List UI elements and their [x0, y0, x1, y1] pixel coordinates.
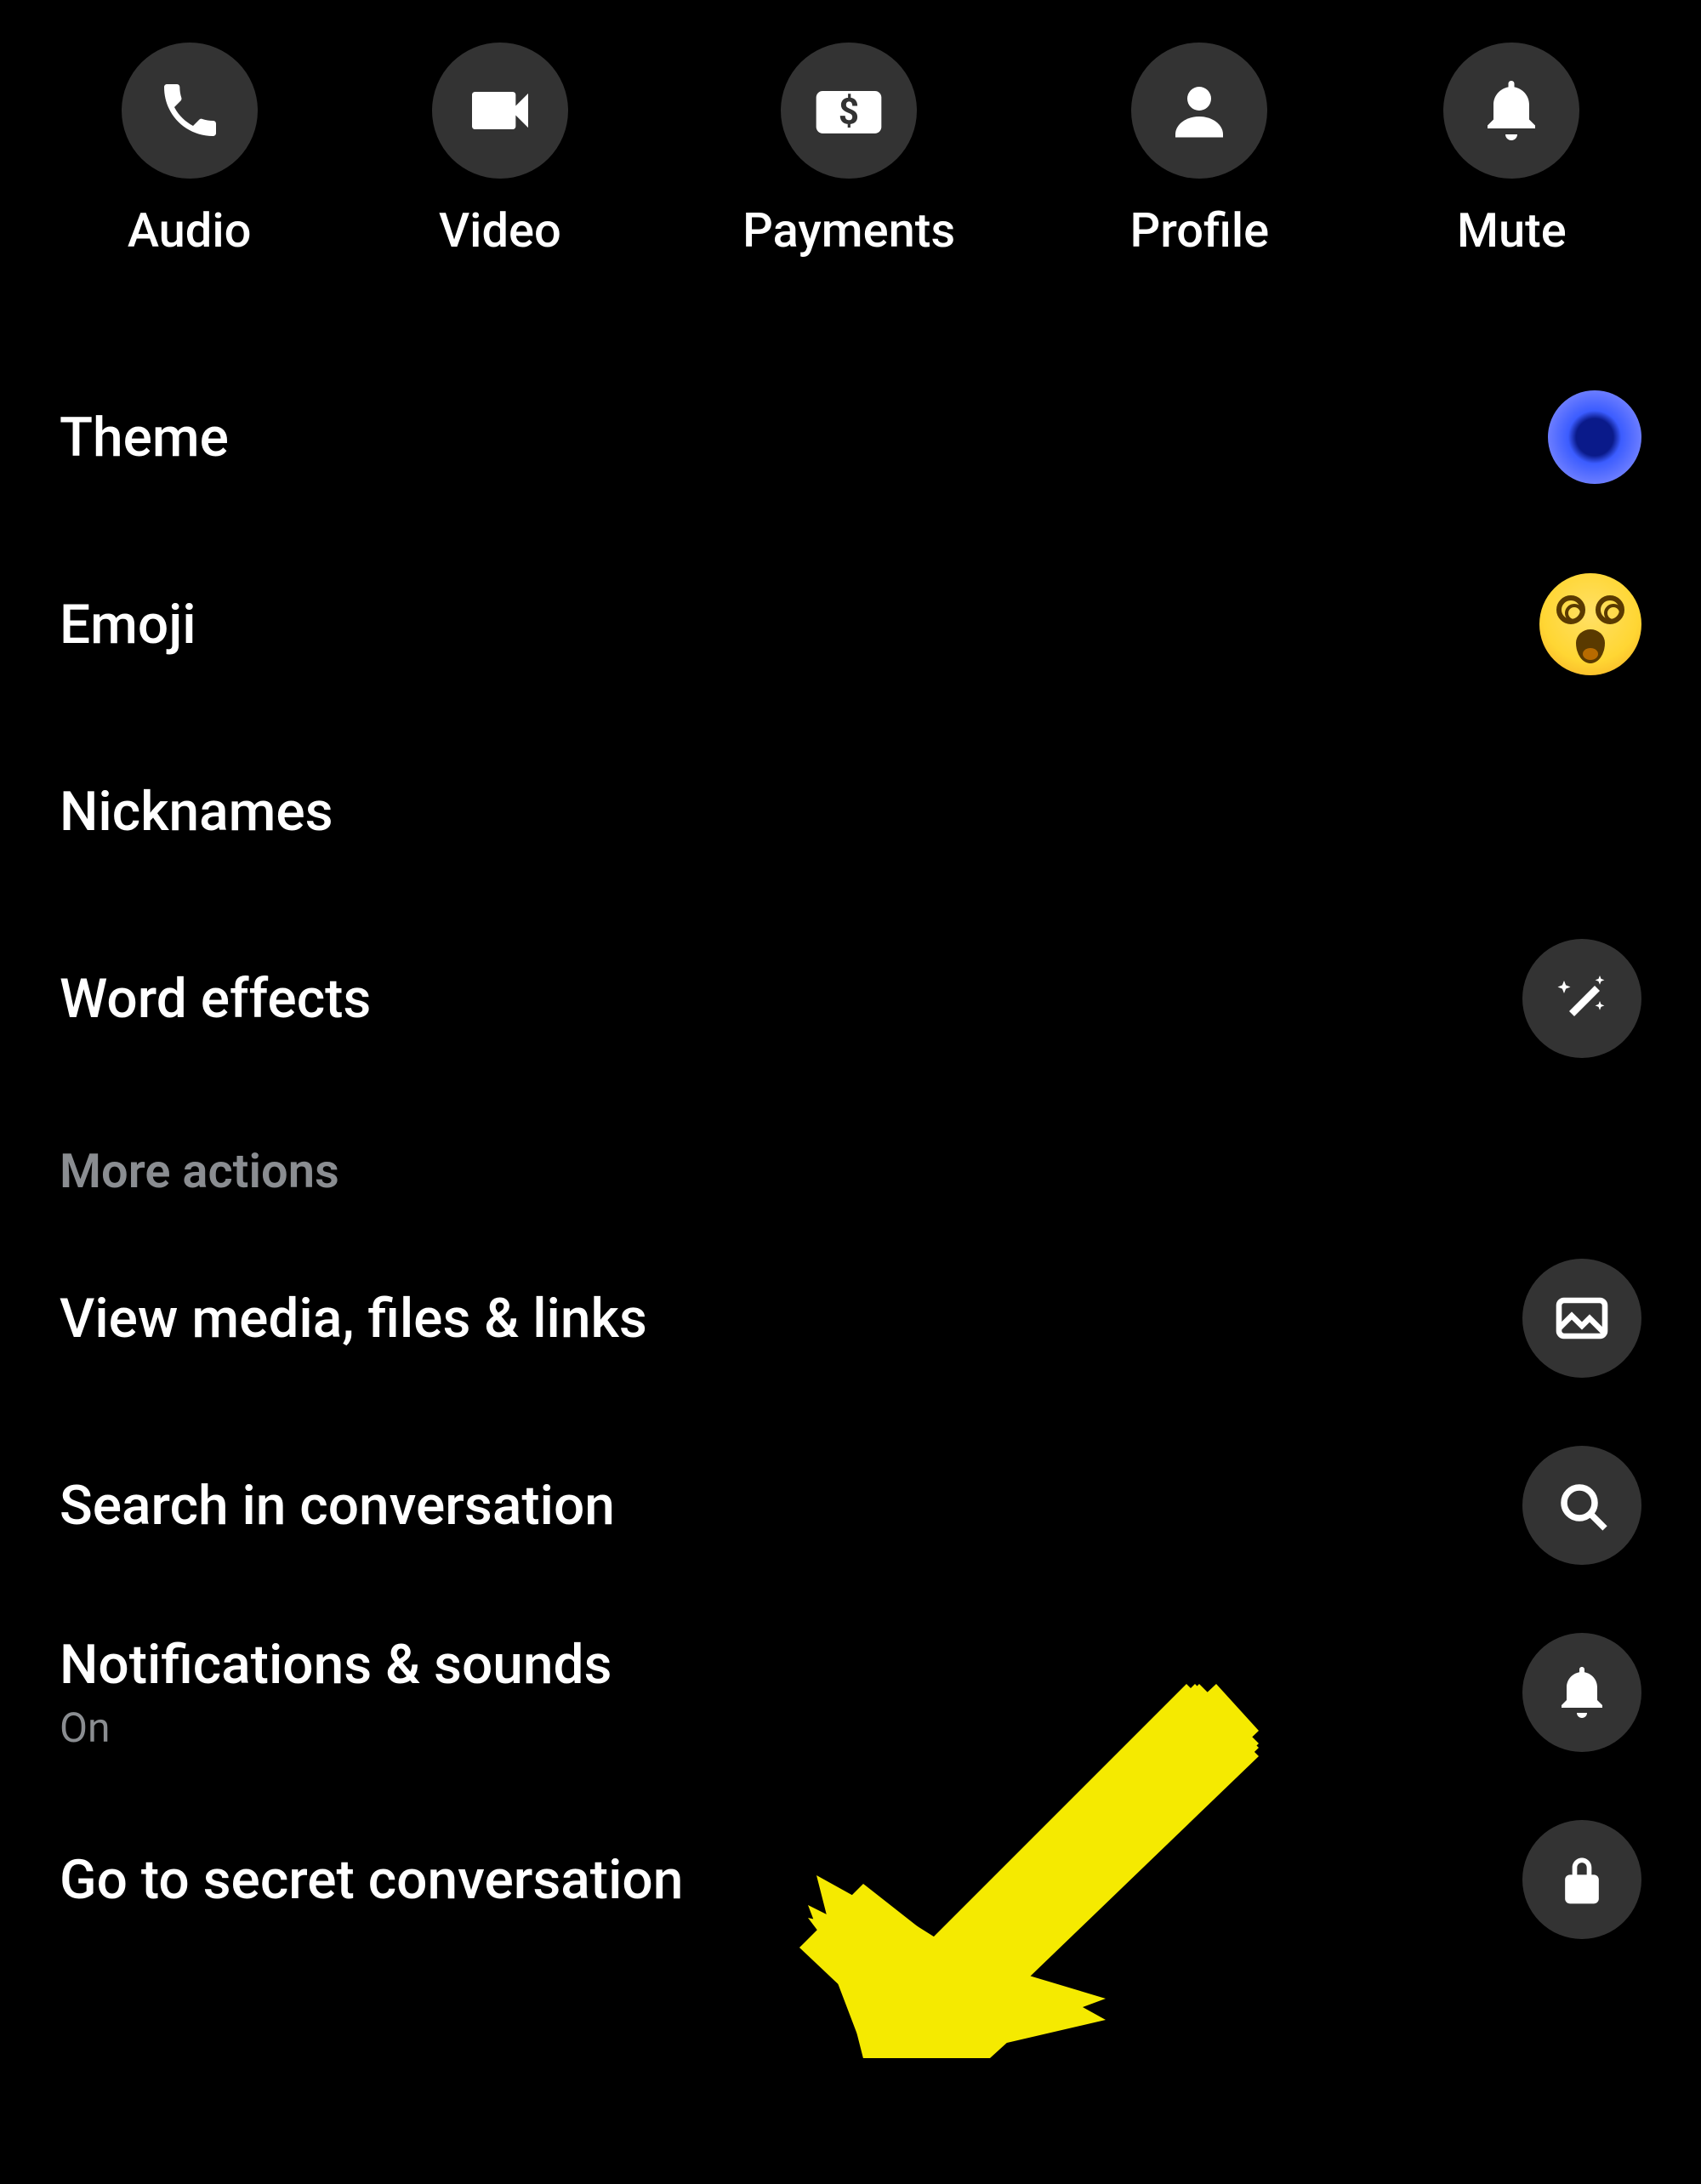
view-media-row[interactable]: View media, files & links: [60, 1225, 1641, 1412]
profile-label: Profile: [1129, 202, 1269, 259]
video-label: Video: [439, 202, 561, 259]
theme-label: Theme: [60, 380, 229, 495]
mute-label: Mute: [1457, 202, 1567, 259]
theme-color-icon: [1548, 390, 1641, 484]
view-media-label: View media, files & links: [60, 1261, 647, 1376]
bell-icon: [1443, 43, 1579, 179]
payments-icon: $: [781, 43, 917, 179]
image-icon: [1522, 1259, 1641, 1378]
payments-action[interactable]: $ Payments: [742, 43, 955, 259]
phone-icon: [122, 43, 258, 179]
emoji-label: Emoji: [60, 567, 196, 682]
notifications-status: On: [60, 1703, 612, 1752]
action-bar: Audio Video $ Payments Profile: [0, 0, 1701, 293]
nicknames-label: Nicknames: [60, 754, 333, 869]
magic-wand-icon: [1522, 939, 1641, 1058]
more-actions-header: More actions: [60, 1092, 1641, 1225]
bell-icon: [1522, 1633, 1641, 1752]
mute-action[interactable]: Mute: [1443, 43, 1579, 259]
notifications-label: Notifications & sounds: [60, 1633, 612, 1697]
nicknames-row[interactable]: Nicknames: [60, 718, 1641, 905]
notifications-row[interactable]: Notifications & sounds On: [60, 1599, 1641, 1786]
audio-action[interactable]: Audio: [122, 43, 258, 259]
search-conversation-row[interactable]: Search in conversation: [60, 1412, 1641, 1599]
settings-list: Theme Emoji Nicknames Word effects More …: [0, 293, 1701, 1973]
audio-label: Audio: [128, 202, 252, 259]
word-effects-row[interactable]: Word effects: [60, 905, 1641, 1092]
video-camera-icon: [432, 43, 568, 179]
video-action[interactable]: Video: [432, 43, 568, 259]
theme-row[interactable]: Theme: [60, 344, 1641, 531]
search-conversation-label: Search in conversation: [60, 1448, 615, 1563]
secret-conversation-row[interactable]: Go to secret conversation: [60, 1786, 1641, 1973]
profile-action[interactable]: Profile: [1129, 43, 1269, 259]
secret-conversation-label: Go to secret conversation: [60, 1823, 683, 1937]
lock-icon: [1522, 1820, 1641, 1939]
svg-text:$: $: [839, 91, 859, 133]
payments-label: Payments: [742, 202, 955, 259]
person-icon: [1131, 43, 1267, 179]
search-icon: [1522, 1446, 1641, 1565]
word-effects-label: Word effects: [60, 941, 371, 1056]
emoji-row[interactable]: Emoji: [60, 531, 1641, 718]
face-with-spiral-eyes-icon: [1539, 573, 1641, 675]
